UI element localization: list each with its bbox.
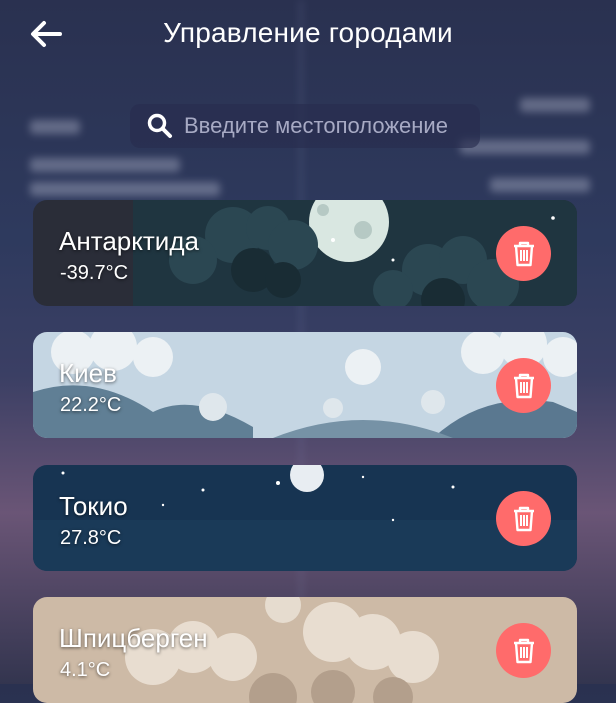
trash-icon xyxy=(513,241,534,266)
top-bar: Управление городами xyxy=(0,0,616,70)
delete-city-button[interactable] xyxy=(496,358,551,413)
city-card-tokyo[interactable]: Токио 27.8°C xyxy=(33,465,577,571)
city-name: Антарктида xyxy=(59,226,199,256)
city-name: Шпицберген xyxy=(59,623,208,653)
city-temperature: 27.8°C xyxy=(60,527,122,549)
search-icon xyxy=(147,113,172,138)
city-name: Токио xyxy=(59,491,128,521)
search-bar[interactable] xyxy=(130,104,480,148)
city-card-antarctica[interactable]: Антарктида -39.7°C xyxy=(33,200,577,306)
search-input[interactable] xyxy=(182,112,476,140)
city-name: Киев xyxy=(59,358,117,388)
city-temperature: 22.2°C xyxy=(60,394,122,416)
city-temperature: -39.7°C xyxy=(60,262,129,284)
trash-icon xyxy=(513,638,534,663)
page-title: Управление городами xyxy=(163,17,453,48)
trash-icon xyxy=(513,373,534,398)
delete-city-button[interactable] xyxy=(496,226,551,281)
trash-icon xyxy=(513,506,534,531)
delete-city-button[interactable] xyxy=(496,623,551,678)
city-card-kyiv[interactable]: Киев 22.2°C xyxy=(33,332,577,438)
city-temperature: 4.1°C xyxy=(60,659,111,681)
delete-city-button[interactable] xyxy=(496,491,551,546)
city-card-svalbard[interactable]: Шпицберген 4.1°C xyxy=(33,597,577,703)
